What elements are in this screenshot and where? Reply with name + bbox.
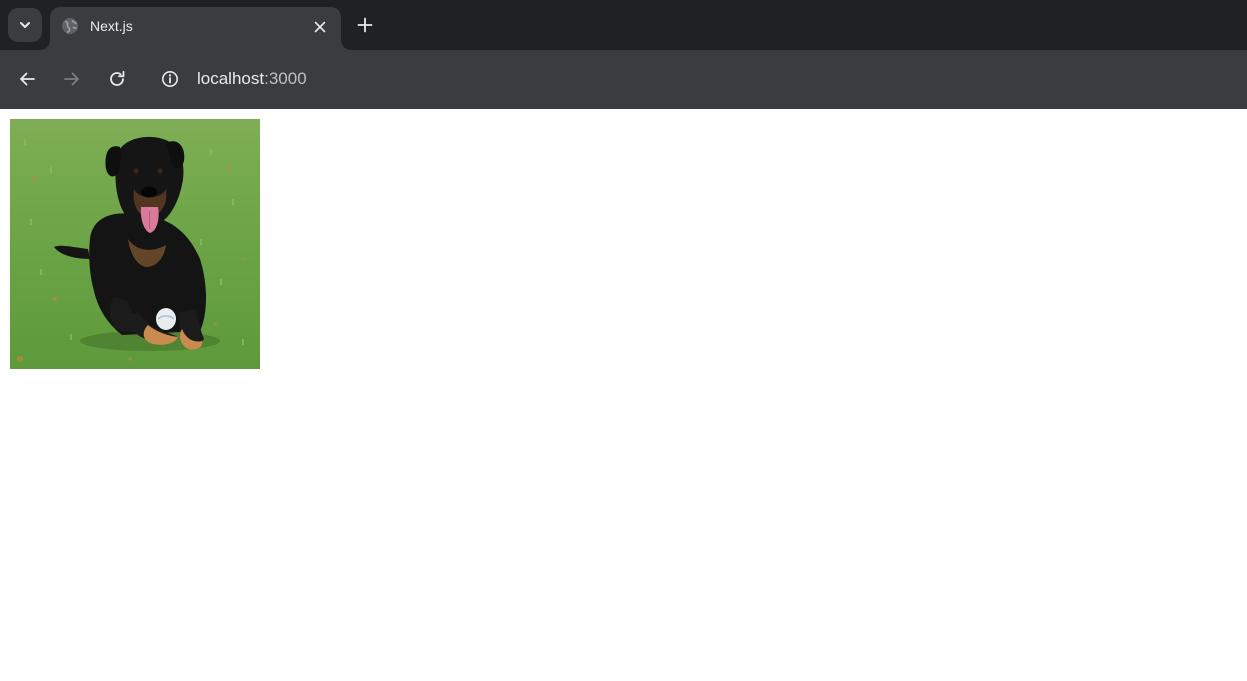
tab-strip: Next.js [0, 0, 1247, 50]
browser-toolbar: localhost:3000 [0, 50, 1247, 109]
tab-close-button[interactable] [308, 15, 332, 39]
address-bar[interactable]: localhost:3000 [148, 61, 1238, 97]
new-tab-button[interactable] [352, 12, 378, 38]
tab-title: Next.js [90, 18, 133, 34]
dog-photo [10, 119, 260, 369]
globe-icon [62, 18, 78, 34]
info-icon [162, 71, 178, 87]
reload-button[interactable] [102, 64, 132, 94]
reload-icon [110, 70, 125, 86]
arrow-right-icon [64, 72, 79, 86]
tab-active[interactable]: Next.js [50, 7, 341, 50]
browser-window: Next.js localhost:3000 [0, 0, 1247, 681]
page-viewport [0, 109, 1247, 681]
url-host: localhost [197, 69, 265, 88]
back-button[interactable] [12, 64, 42, 94]
tab-search-button[interactable] [8, 8, 42, 42]
plus-icon [357, 17, 373, 33]
forward-button[interactable] [57, 64, 87, 94]
chevron-down-icon [20, 22, 30, 28]
site-info-button[interactable] [160, 69, 180, 89]
url-port: :3000 [264, 69, 307, 88]
url-text: localhost:3000 [197, 70, 307, 88]
close-icon [314, 21, 326, 33]
arrow-left-icon [20, 72, 35, 86]
